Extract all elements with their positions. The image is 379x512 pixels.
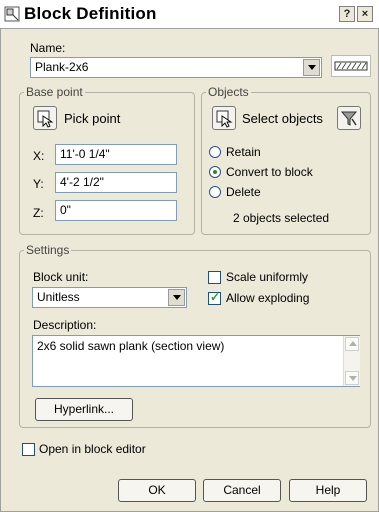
delete-radio[interactable] <box>209 186 221 198</box>
convert-to-block-label: Convert to block <box>226 165 313 179</box>
block-preview-icon <box>331 55 371 77</box>
block-definition-icon <box>4 6 20 22</box>
allow-exploding-checkbox[interactable] <box>208 290 221 305</box>
description-value: 2x6 solid sawn plank (section view) <box>37 339 225 353</box>
objects-selected-status: 2 objects selected <box>233 211 330 225</box>
select-objects-icon <box>216 110 233 128</box>
close-icon[interactable]: × <box>357 6 373 22</box>
name-combobox[interactable]: Plank-2x6 <box>30 57 322 78</box>
retain-label: Retain <box>226 145 261 159</box>
block-unit-label: Block unit: <box>33 270 89 284</box>
open-in-block-editor-label: Open in block editor <box>39 442 146 456</box>
ok-button[interactable]: OK <box>118 479 196 502</box>
base-point-legend: Base point <box>24 85 85 99</box>
open-in-block-editor-checkbox[interactable] <box>22 443 35 456</box>
name-label: Name: <box>30 41 66 55</box>
pick-point-label: Pick point <box>64 111 121 126</box>
name-value: Plank-2x6 <box>35 60 89 74</box>
delete-label: Delete <box>226 185 261 199</box>
quick-select-filter-icon <box>340 111 358 126</box>
convert-to-block-radio[interactable] <box>209 166 221 178</box>
description-textarea[interactable]: 2x6 solid sawn plank (section view) <box>32 335 360 387</box>
description-scrollbar[interactable] <box>343 336 360 386</box>
retain-radio[interactable] <box>209 146 221 158</box>
name-dropdown-button[interactable] <box>303 59 320 76</box>
objects-legend: Objects <box>206 85 251 99</box>
pick-point-button[interactable] <box>33 106 57 130</box>
scroll-up-icon[interactable] <box>345 337 359 351</box>
y-label: Y: <box>33 177 44 191</box>
x-label: X: <box>33 149 45 163</box>
z-label: Z: <box>33 206 44 220</box>
quick-select-button[interactable] <box>337 106 361 130</box>
block-unit-dropdown-button[interactable] <box>168 289 185 306</box>
cancel-button[interactable]: Cancel <box>203 479 281 502</box>
block-unit-combobox[interactable]: Unitless <box>32 287 187 308</box>
description-label: Description: <box>33 318 97 332</box>
scale-uniformly-checkbox[interactable] <box>208 271 221 284</box>
x-input[interactable]: 11'-0 1/4" <box>55 144 177 165</box>
scroll-down-icon[interactable] <box>345 371 359 385</box>
help-icon[interactable]: ? <box>339 6 355 22</box>
allow-exploding-label: Allow exploding <box>226 291 310 305</box>
block-unit-value: Unitless <box>37 290 80 304</box>
select-objects-label: Select objects <box>242 111 323 126</box>
hyperlink-button[interactable]: Hyperlink... <box>35 398 133 421</box>
y-input[interactable]: 4'-2 1/2" <box>55 172 177 193</box>
scale-uniformly-label: Scale uniformly <box>226 270 309 284</box>
z-input[interactable]: 0" <box>55 200 177 221</box>
window-title: Block Definition <box>24 4 157 23</box>
help-button[interactable]: Help <box>289 479 367 502</box>
settings-legend: Settings <box>24 243 72 257</box>
pick-point-icon <box>37 110 54 128</box>
select-objects-button[interactable] <box>212 106 236 130</box>
